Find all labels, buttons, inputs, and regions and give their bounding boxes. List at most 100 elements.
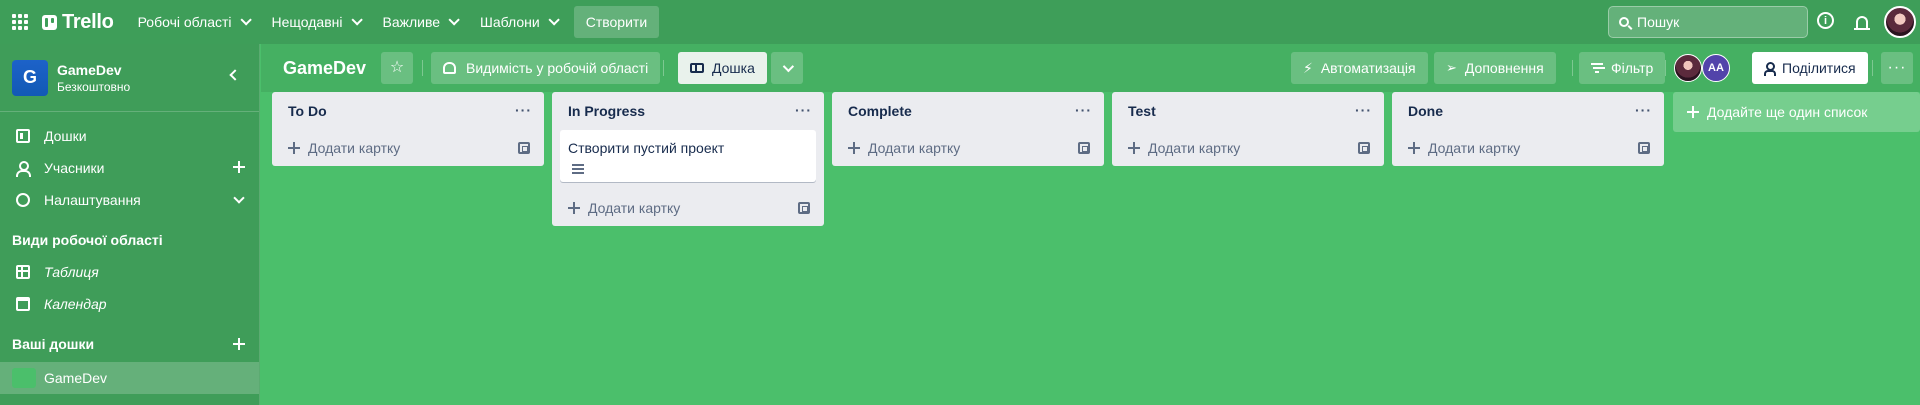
add-list-label: Додайте ще один список <box>1707 104 1868 120</box>
divider <box>422 60 423 76</box>
lightning-icon: ⚡ <box>1303 59 1313 76</box>
list-test: Test ··· Додати картку <box>1112 92 1384 166</box>
add-list-button[interactable]: Додайте ще один список <box>1673 92 1920 132</box>
add-member-plus-icon[interactable] <box>233 161 245 173</box>
sidebar-item-members[interactable]: Учасники <box>0 152 259 184</box>
list-todo: To Do ··· Додати картку <box>272 92 544 166</box>
search-input[interactable]: Пошук <box>1608 6 1808 38</box>
list-menu-icon[interactable]: ··· <box>1075 102 1092 118</box>
menu-templates[interactable]: Шаблони <box>468 6 568 38</box>
section-label: Ваші дошки <box>12 336 95 352</box>
filter-button[interactable]: Фільтр <box>1579 52 1666 84</box>
account-avatar[interactable] <box>1884 6 1916 38</box>
board-title[interactable]: GameDev <box>283 54 366 82</box>
add-card-label: Додати картку <box>868 140 961 156</box>
divider <box>1572 60 1573 76</box>
card-template-icon[interactable] <box>1078 142 1090 154</box>
members-icon <box>16 161 31 177</box>
board-view-button[interactable]: Дошка <box>678 52 767 84</box>
add-card-button[interactable]: Додати картку <box>1392 130 1664 166</box>
list-title[interactable]: Test <box>1128 103 1156 119</box>
your-boards-heading: Ваші дошки <box>0 328 259 360</box>
sidebar-item-boards[interactable]: Дошки <box>0 120 259 152</box>
card-template-icon[interactable] <box>1358 142 1370 154</box>
divider <box>663 60 664 76</box>
plus-icon <box>1408 142 1420 154</box>
sidebar-item-label: Налаштування <box>44 192 141 208</box>
create-button[interactable]: Створити <box>573 6 660 38</box>
plus-icon <box>568 202 580 214</box>
info-icon[interactable]: i <box>1817 12 1834 29</box>
add-card-button[interactable]: Додати картку <box>272 130 544 166</box>
list-title[interactable]: To Do <box>288 103 327 119</box>
menu-recent[interactable]: Нещодавні <box>260 6 371 38</box>
trello-logo[interactable]: Trello <box>42 11 114 34</box>
card-template-icon[interactable] <box>798 202 810 214</box>
sidebar-item-calendar[interactable]: Календар <box>0 288 259 320</box>
chevron-down-icon <box>350 14 363 26</box>
sidebar-item-settings[interactable]: Налаштування <box>0 184 259 216</box>
visibility-button[interactable]: Видимість у робочій області <box>431 52 661 84</box>
sidebar-item-table[interactable]: Таблиця <box>0 256 259 288</box>
chevron-down-icon <box>782 60 795 73</box>
notifications-bell-icon[interactable] <box>1852 12 1872 32</box>
add-card-button[interactable]: Додати картку <box>1112 130 1384 166</box>
workspace-visibility-icon <box>443 62 456 74</box>
list-complete: Complete ··· Додати картку <box>832 92 1104 166</box>
list-header[interactable]: Complete ··· <box>832 92 1104 130</box>
sidebar-board-gamedev[interactable]: GameDev <box>0 362 259 394</box>
menu-starred[interactable]: Важливе <box>371 6 469 38</box>
add-card-button[interactable]: Додати картку <box>832 130 1104 166</box>
list-menu-icon[interactable]: ··· <box>515 102 532 118</box>
member-avatar-photo[interactable] <box>1674 54 1702 82</box>
card[interactable]: Створити пустий проект <box>560 130 816 182</box>
list-title[interactable]: In Progress <box>568 103 645 119</box>
plus-icon <box>1687 106 1699 118</box>
visibility-label: Видимість у робочій області <box>466 60 649 76</box>
card-template-icon[interactable] <box>518 142 530 154</box>
card-template-icon[interactable] <box>1638 142 1650 154</box>
menu-label: Шаблони <box>480 14 540 30</box>
workspace-logo: G <box>12 59 48 96</box>
list-menu-icon[interactable]: ··· <box>1635 102 1652 118</box>
list-menu-icon[interactable]: ··· <box>795 102 812 118</box>
list-done: Done ··· Додати картку <box>1392 92 1664 166</box>
list-header[interactable]: To Do ··· <box>272 92 544 130</box>
board-icon <box>16 129 30 143</box>
member-avatar-initials[interactable]: AA <box>1702 54 1730 82</box>
add-board-plus-icon[interactable] <box>233 338 245 350</box>
sidebar-item-label: Календар <box>44 296 107 312</box>
automation-label: Автоматизація <box>1320 60 1416 76</box>
list-title[interactable]: Done <box>1408 103 1443 119</box>
collapse-sidebar-chevron-icon[interactable] <box>229 69 241 81</box>
list-menu-icon[interactable]: ··· <box>1355 102 1372 118</box>
chevron-down-icon[interactable] <box>233 192 245 204</box>
board-header: GameDev ☆ Видимість у робочій області До… <box>261 44 1920 92</box>
board-menu-button[interactable]: ··· <box>1881 52 1913 84</box>
add-card-label: Додати картку <box>588 200 681 216</box>
app-switcher-button[interactable] <box>0 0 40 44</box>
divider <box>1872 60 1873 76</box>
star-board-button[interactable]: ☆ <box>381 52 413 84</box>
sidebar-item-label: Учасники <box>44 160 105 176</box>
list-header[interactable]: Test ··· <box>1112 92 1384 130</box>
view-switcher-button[interactable] <box>771 52 803 84</box>
board-thumbnail <box>12 368 36 388</box>
add-card-label: Додати картку <box>1148 140 1241 156</box>
powerups-button[interactable]: ➢ Доповнення <box>1434 52 1556 84</box>
board-view-label: Дошка <box>712 60 755 76</box>
automation-button[interactable]: ⚡ Автоматизація <box>1291 52 1428 84</box>
share-button[interactable]: Поділитися <box>1752 52 1868 84</box>
list-title[interactable]: Complete <box>848 103 912 119</box>
description-icon <box>572 164 584 174</box>
add-card-button[interactable]: Додати картку <box>552 190 824 226</box>
menu-workspaces[interactable]: Робочі області <box>126 6 260 38</box>
add-card-label: Додати картку <box>1428 140 1521 156</box>
star-icon: ☆ <box>389 59 405 76</box>
board-view-icon <box>690 63 704 73</box>
menu-label: Робочі області <box>137 14 232 30</box>
list-header[interactable]: Done ··· <box>1392 92 1664 130</box>
card-title: Створити пустий проект <box>568 140 725 156</box>
chevron-down-icon <box>448 14 460 26</box>
list-header[interactable]: In Progress ··· <box>552 92 824 130</box>
